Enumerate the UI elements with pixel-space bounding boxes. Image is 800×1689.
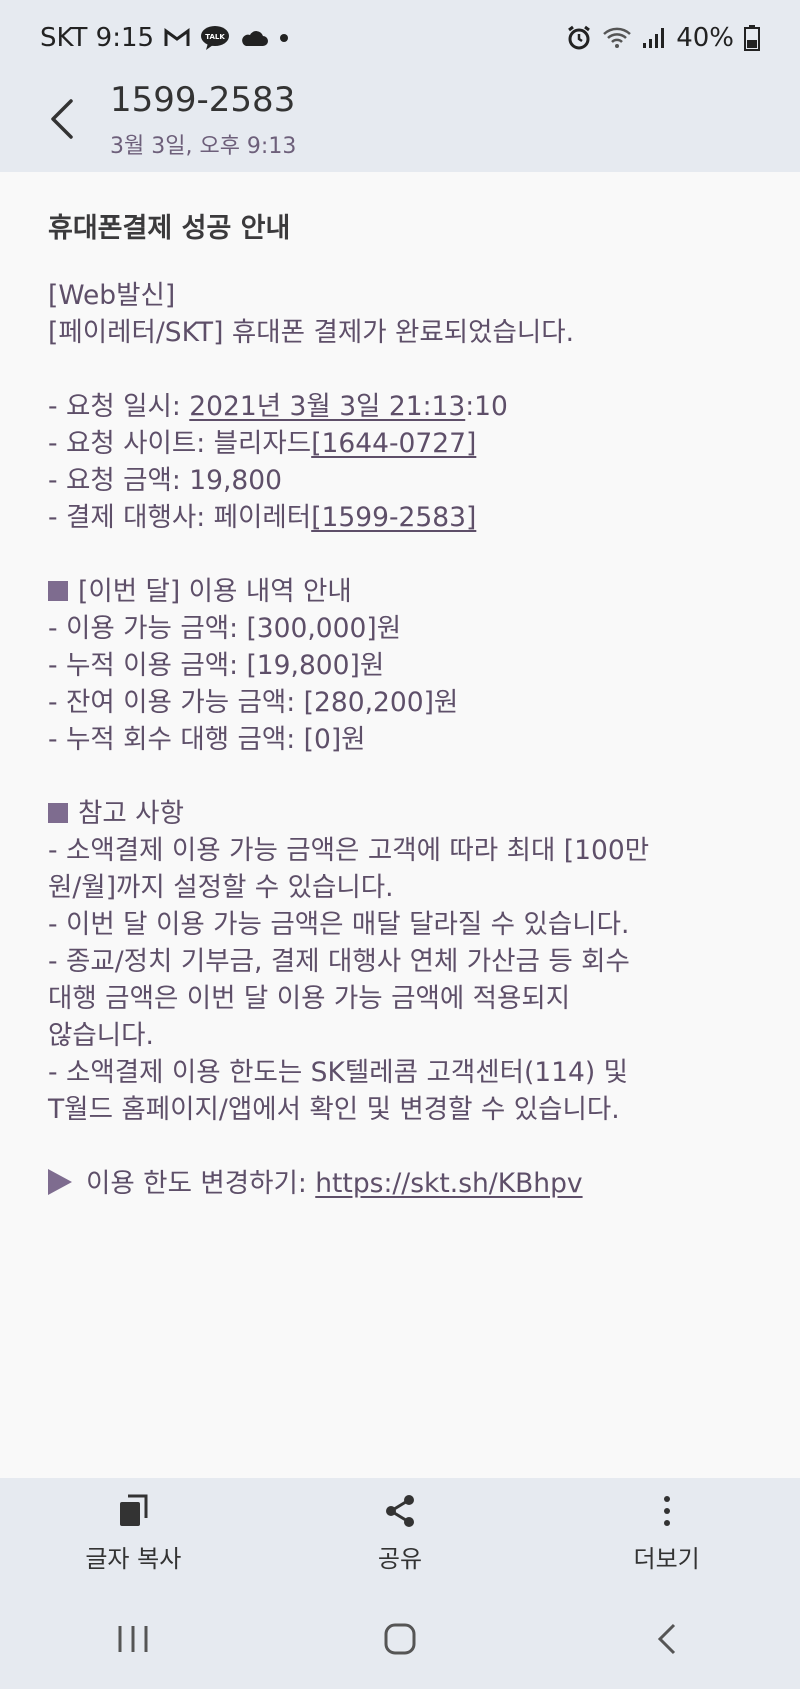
recent-apps-icon bbox=[118, 1625, 148, 1652]
phone-link[interactable]: [1644-0727] bbox=[311, 428, 476, 459]
message-line: - 이용 가능 금액: [300,000]원 bbox=[48, 613, 402, 644]
recent-apps-button[interactable] bbox=[73, 1604, 193, 1674]
message-line: [페이레터/SKT] 휴대폰 결제가 완료되었습니다. bbox=[48, 317, 575, 348]
share-label: 공유 bbox=[377, 1544, 423, 1573]
section-heading: [이번 달] 이용 내역 안내 bbox=[48, 573, 768, 610]
more-button[interactable]: 더보기 bbox=[567, 1493, 767, 1574]
message-line: - 요청 사이트: 블리자드[1644-0727] bbox=[48, 428, 477, 459]
message-line: 않습니다. bbox=[48, 1020, 154, 1051]
message-date: 3월 3일, 오후 9:13 bbox=[110, 134, 297, 159]
signal-icon bbox=[642, 27, 666, 49]
share-icon bbox=[385, 1494, 414, 1527]
play-triangle-icon bbox=[48, 1169, 72, 1195]
message-line: - 이번 달 이용 가능 금액은 매달 달라질 수 있습니다. bbox=[48, 909, 630, 940]
message-line: 이용 한도 변경하기: https://skt.sh/KBhpv bbox=[48, 1165, 768, 1202]
battery-icon bbox=[744, 25, 760, 51]
message-title: 휴대폰결제 성공 안내 bbox=[48, 213, 291, 244]
square-bullet-icon bbox=[48, 803, 68, 823]
message-body: 휴대폰결제 성공 안내 [Web발신] [페이레터/SKT] 휴대폰 결제가 완… bbox=[48, 210, 768, 1202]
section-heading: 참고 사항 bbox=[48, 795, 768, 832]
gmail-icon bbox=[164, 28, 190, 48]
message-line: - 소액결제 이용 한도는 SK텔레콤 고객센터(114) 및 bbox=[48, 1057, 629, 1088]
message-line: - 종교/정치 기부금, 결제 대행사 연체 가산금 등 회수 bbox=[48, 946, 630, 977]
status-bar: SKT 9:15 TALK 40% bbox=[0, 0, 800, 76]
home-button[interactable] bbox=[340, 1604, 460, 1674]
message-line: 대행 금액은 이번 달 이용 가능 금액에 적용되지 bbox=[48, 983, 571, 1014]
status-right: 40% bbox=[566, 23, 760, 53]
system-nav-bar bbox=[0, 1588, 800, 1689]
message-line: 원/월]까지 설정할 수 있습니다. bbox=[48, 872, 394, 903]
message-line: - 누적 이용 금액: [19,800]원 bbox=[48, 650, 385, 681]
square-bullet-icon bbox=[48, 581, 68, 601]
sender-number: 1599-2583 bbox=[110, 80, 296, 120]
status-left: SKT 9:15 TALK bbox=[40, 23, 290, 53]
phone-link[interactable]: [1599-2583] bbox=[311, 502, 476, 533]
alarm-icon bbox=[566, 25, 592, 51]
copy-text-button[interactable]: 글자 복사 bbox=[33, 1493, 233, 1574]
back-button[interactable] bbox=[38, 94, 86, 144]
message-line: T월드 홈페이지/앱에서 확인 및 변경할 수 있습니다. bbox=[48, 1094, 620, 1125]
kakaotalk-icon: TALK bbox=[200, 25, 230, 51]
copy-icon bbox=[120, 1494, 148, 1526]
home-icon bbox=[384, 1623, 416, 1654]
back-arrow-icon bbox=[51, 99, 73, 139]
nav-back-icon bbox=[657, 1623, 675, 1654]
share-button[interactable]: 공유 bbox=[300, 1493, 500, 1574]
carrier-time: SKT 9:15 bbox=[40, 23, 155, 53]
message-line: - 결제 대행사: 페이레터[1599-2583] bbox=[48, 502, 477, 533]
more-label: 더보기 bbox=[633, 1544, 700, 1573]
message-line: - 요청 금액: 19,800 bbox=[48, 465, 283, 496]
message-line: - 소액결제 이용 가능 금액은 고객에 따라 최대 [100만 bbox=[48, 835, 650, 866]
url-link[interactable]: https://skt.sh/KBhpv bbox=[315, 1168, 582, 1199]
battery-percent: 40% bbox=[676, 23, 734, 53]
conversation-header: 1599-2583 3월 3일, 오후 9:13 bbox=[0, 76, 800, 172]
message-line: - 잔여 이용 가능 금액: [280,200]원 bbox=[48, 687, 459, 718]
bottom-action-bar: 글자 복사 공유 더보기 bbox=[0, 1478, 800, 1588]
wifi-icon bbox=[602, 26, 632, 50]
message-line: - 누적 회수 대행 금액: [0]원 bbox=[48, 724, 366, 755]
cloud-icon bbox=[240, 29, 269, 47]
svg-text:TALK: TALK bbox=[205, 33, 225, 41]
nav-back-button[interactable] bbox=[607, 1604, 727, 1674]
dot-icon bbox=[278, 32, 290, 44]
message-line: - 요청 일시: 2021년 3월 3일 21:13:10 bbox=[48, 391, 508, 422]
more-vertical-icon bbox=[663, 1495, 670, 1526]
message-line: [Web발신] bbox=[48, 280, 176, 311]
date-link[interactable]: 2021년 3월 3일 21:13 bbox=[189, 391, 465, 422]
copy-text-label: 글자 복사 bbox=[85, 1544, 182, 1573]
